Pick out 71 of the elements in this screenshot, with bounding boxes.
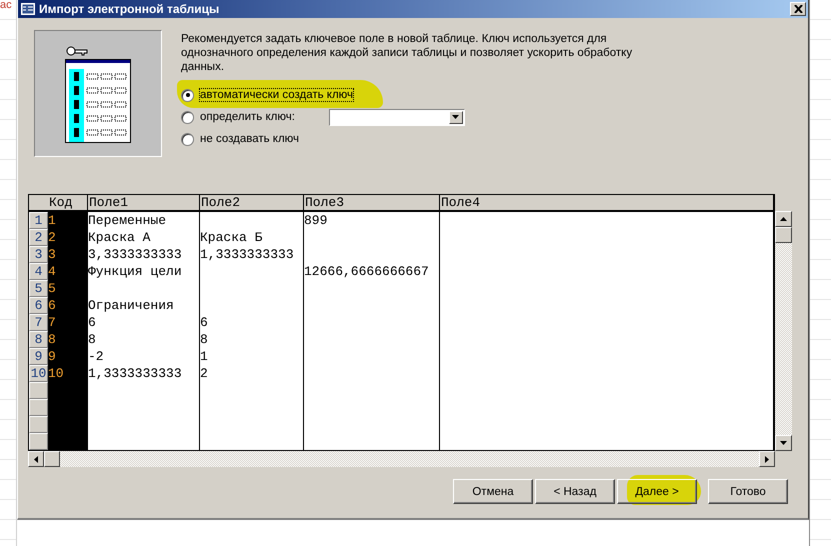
table-cell: 2 bbox=[200, 365, 304, 382]
window-title: Импорт электронной таблицы bbox=[39, 2, 220, 16]
row-selector[interactable]: 6 bbox=[29, 297, 48, 314]
horizontal-scrollbar[interactable] bbox=[28, 451, 775, 467]
scroll-down-icon[interactable] bbox=[775, 435, 792, 451]
table-cell: 899 bbox=[304, 212, 440, 229]
table-cell: 8 bbox=[88, 331, 200, 348]
wizard-button[interactable]: Отмена bbox=[453, 479, 533, 504]
scroll-left-icon[interactable] bbox=[28, 451, 44, 467]
table-cell: 1,3333333333 bbox=[88, 365, 200, 382]
row-selector[interactable]: 2 bbox=[29, 229, 48, 246]
column-header[interactable]: Поле1 bbox=[88, 195, 200, 212]
wizard-button[interactable]: < Назад bbox=[535, 479, 615, 504]
row-selector[interactable]: 1 bbox=[29, 212, 48, 229]
row-selector[interactable]: 8 bbox=[29, 331, 48, 348]
table-cell: Ограничения bbox=[88, 297, 200, 314]
radio-option[interactable]: не создавать ключ bbox=[181, 130, 304, 148]
scroll-thumb[interactable] bbox=[44, 451, 60, 467]
table-cell: 2 bbox=[48, 229, 88, 246]
row-selector[interactable] bbox=[29, 399, 48, 416]
table-cell: 9 bbox=[48, 348, 88, 365]
table-cell: 3 bbox=[48, 246, 88, 263]
background-text: ас bbox=[0, 0, 13, 11]
table-cell: Краска А bbox=[88, 229, 200, 246]
table-cell: 4 bbox=[48, 263, 88, 280]
table-cell: -2 bbox=[88, 348, 200, 365]
row-selector[interactable]: 3 bbox=[29, 246, 48, 263]
column-header[interactable]: Поле3 bbox=[304, 195, 440, 212]
row-selector[interactable]: 10 bbox=[29, 365, 48, 382]
scroll-right-icon[interactable] bbox=[759, 451, 775, 467]
table-cell: 1,3333333333 bbox=[200, 246, 304, 263]
column-header[interactable]: Поле4 bbox=[440, 195, 773, 212]
table-cell: 12666,6666666667 bbox=[304, 263, 440, 280]
table-cell: 6 bbox=[200, 314, 304, 331]
close-icon bbox=[794, 5, 802, 13]
table-cell: 5 bbox=[48, 280, 88, 297]
scroll-up-icon[interactable] bbox=[775, 211, 792, 227]
grid-corner[interactable] bbox=[29, 195, 48, 212]
vertical-scrollbar[interactable] bbox=[775, 211, 792, 451]
row-selector[interactable]: 9 bbox=[29, 348, 48, 365]
table-cell: 6 bbox=[48, 297, 88, 314]
table-cell: 6 bbox=[88, 314, 200, 331]
table-cell: 1 bbox=[48, 212, 88, 229]
table-icon bbox=[21, 3, 35, 15]
table-cell: 1 bbox=[200, 348, 304, 365]
scroll-thumb[interactable] bbox=[775, 227, 792, 243]
description-text: Рекомендуется задать ключевое поле в новой таблице. Ключ используется для однозначного определения каждой записи таблицы и позволяет ускорить обработку данных. bbox=[181, 32, 634, 74]
row-selector[interactable]: 4 bbox=[29, 263, 48, 280]
radio-option[interactable]: определить ключ: bbox=[181, 108, 299, 126]
radio-button[interactable] bbox=[181, 110, 194, 124]
close-button[interactable] bbox=[790, 2, 806, 16]
table-cell: 8 bbox=[48, 331, 88, 348]
row-selector[interactable]: 5 bbox=[29, 280, 48, 297]
table-cell: Краска Б bbox=[200, 229, 304, 246]
radio-option[interactable]: автоматически создать ключ bbox=[181, 86, 358, 104]
row-selector[interactable] bbox=[29, 433, 48, 450]
column-header[interactable]: Поле2 bbox=[200, 195, 304, 212]
table-cell: Функция цели bbox=[88, 263, 200, 280]
wizard-button[interactable]: Далее > bbox=[617, 479, 697, 504]
wizard-button[interactable]: Готово bbox=[708, 479, 788, 504]
radio-button[interactable] bbox=[181, 132, 194, 146]
key-dropdown[interactable] bbox=[328, 108, 465, 126]
row-selector[interactable] bbox=[29, 382, 48, 399]
table-cell: 3,3333333333 bbox=[88, 246, 200, 263]
table-cell: 7 bbox=[48, 314, 88, 331]
row-selector[interactable] bbox=[29, 416, 48, 433]
table-cell: 8 bbox=[200, 331, 304, 348]
column-header[interactable]: Код bbox=[48, 195, 88, 212]
table-cell: 10 bbox=[48, 365, 88, 382]
row-selector[interactable]: 7 bbox=[29, 314, 48, 331]
table-cell: Переменные bbox=[88, 212, 200, 229]
